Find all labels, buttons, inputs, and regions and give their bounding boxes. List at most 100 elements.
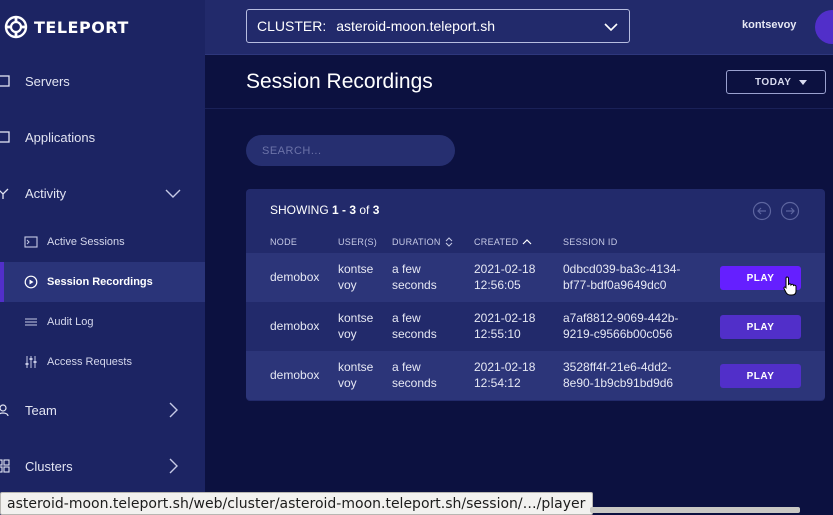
sort-icon: [445, 237, 453, 247]
showing-of: of: [356, 203, 373, 217]
sidebar: TELEPORT Servers Applications Activity A…: [0, 0, 205, 515]
cell-created-date: 2021-02-18: [474, 311, 536, 325]
cell-user-line: kontse: [338, 262, 374, 276]
cluster-selector[interactable]: CLUSTER: asteroid-moon.teleport.sh: [246, 9, 630, 43]
sidebar-item-applications[interactable]: Applications: [0, 117, 205, 157]
column-header-node: NODE: [270, 237, 298, 247]
sidebar-subitem-label: Audit Log: [47, 316, 94, 328]
next-page-icon[interactable]: [780, 201, 800, 221]
column-header-users: USER(S): [338, 237, 378, 247]
cell-node: demobox: [270, 319, 320, 333]
username[interactable]: kontsevoy: [742, 19, 796, 31]
cell-session-id-line: 3528ff4f-21e6-4dd2-: [563, 360, 672, 374]
cell-session-id-line: a7af8812-9069-442b-: [563, 311, 679, 325]
cell-session-id: 0dbcd039-ba3c-4134- bf77-bdf0a9649dc0: [563, 261, 680, 293]
sliders-icon: [25, 356, 37, 368]
sidebar-item-label: Servers: [25, 73, 70, 89]
cluster-selector-value: asteroid-moon.teleport.sh: [336, 18, 495, 34]
cell-node: demobox: [270, 368, 320, 382]
cell-session-id-line: bf77-bdf0a9649dc0: [563, 278, 667, 292]
hand-cursor-icon: [783, 276, 797, 296]
cluster-icon: [0, 459, 10, 473]
chevron-right-icon[interactable]: [164, 457, 182, 475]
sidebar-subitem-active-sessions[interactable]: Active Sessions: [0, 222, 205, 262]
play-button[interactable]: PLAY: [720, 315, 801, 339]
cell-session-id-line: 0dbcd039-ba3c-4134-: [563, 262, 681, 276]
sidebar-item-label: Applications: [25, 129, 96, 145]
sidebar-item-label: Activity: [25, 185, 67, 201]
play-circle-icon: [24, 275, 38, 289]
showing-range: 1 - 3: [332, 203, 357, 217]
cell-created-time: 12:56:05: [474, 278, 521, 292]
cell-duration-line: a few: [392, 262, 421, 276]
list-icon: [25, 318, 37, 326]
chevron-down-icon: [604, 23, 618, 32]
cell-duration-line: seconds: [392, 278, 437, 292]
sidebar-item-servers[interactable]: Servers: [0, 61, 205, 101]
cell-created: 2021-02-18 12:54:12: [474, 359, 535, 391]
chevron-down-icon[interactable]: [164, 184, 182, 202]
sidebar-subitem-audit-log[interactable]: Audit Log: [0, 302, 205, 342]
table-row: demobox kontse voy a few seconds 2021-02-1…: [246, 253, 825, 302]
column-header-created[interactable]: CREATED: [474, 237, 532, 247]
cell-duration: a few seconds: [392, 359, 437, 391]
sort-ascending-icon: [523, 239, 532, 245]
caret-down-icon: [799, 80, 807, 85]
activity-icon: [0, 188, 9, 199]
sidebar-item-activity[interactable]: Activity: [0, 173, 205, 213]
sidebar-subitem-session-recordings[interactable]: Session Recordings: [0, 262, 205, 302]
sidebar-subitem-access-requests[interactable]: Access Requests: [0, 342, 205, 382]
sidebar-subitem-label: Session Recordings: [47, 276, 153, 288]
cell-user: kontse voy: [338, 261, 373, 293]
play-button[interactable]: PLAY: [720, 364, 801, 388]
cell-user-line: voy: [338, 278, 357, 292]
application-icon: [0, 131, 10, 143]
cell-duration-line: seconds: [392, 327, 437, 341]
cell-user-line: voy: [338, 327, 357, 341]
cell-user-line: kontse: [338, 360, 374, 374]
sidebar-item-label: Clusters: [25, 458, 73, 474]
date-range-label: TODAY: [755, 76, 792, 88]
brand-name: TELEPORT: [34, 17, 129, 37]
top-bar: CLUSTER: asteroid-moon.teleport.sh konts…: [205, 0, 833, 54]
cell-duration-line: a few: [392, 360, 421, 374]
teleport-logo-icon: [4, 15, 28, 39]
cell-user: kontse voy: [338, 359, 373, 391]
sidebar-item-clusters[interactable]: Clusters: [0, 446, 205, 486]
cell-user: kontse voy: [338, 310, 373, 342]
cell-created-time: 12:55:10: [474, 327, 521, 341]
cell-duration-line: seconds: [392, 376, 437, 390]
search-input[interactable]: [246, 135, 455, 166]
avatar[interactable]: [815, 10, 833, 44]
column-header-label: DURATION: [392, 237, 441, 247]
table-header: NODE USER(S) DURATION CREATED SESSION ID: [246, 230, 825, 254]
cell-node: demobox: [270, 270, 320, 284]
sidebar-subitem-label: Access Requests: [47, 356, 132, 368]
cell-created: 2021-02-18 12:56:05: [474, 261, 535, 293]
prev-page-icon[interactable]: [752, 201, 772, 221]
table-row: demobox kontse voy a few seconds 2021-02-1…: [246, 302, 825, 351]
cell-duration-line: a few: [392, 311, 421, 325]
cell-session-id-line: 9219-c9566b00c056: [563, 327, 673, 341]
recordings-table: SHOWING 1 - 3 of 3 NODE USER(S) DURATION…: [246, 189, 825, 401]
horizontal-scrollbar[interactable]: [590, 507, 800, 513]
sidebar-item-label: Team: [25, 402, 57, 418]
showing-total: 3: [372, 203, 380, 217]
cell-duration: a few seconds: [392, 261, 437, 293]
cell-created: 2021-02-18 12:55:10: [474, 310, 535, 342]
date-range-button[interactable]: TODAY: [726, 70, 826, 94]
cell-created-date: 2021-02-18: [474, 262, 536, 276]
cluster-selector-prefix: CLUSTER:: [257, 18, 327, 34]
cell-created-date: 2021-02-18: [474, 360, 536, 374]
divider: [205, 54, 833, 55]
cell-session-id: a7af8812-9069-442b- 9219-c9566b00c056: [563, 310, 678, 342]
brand[interactable]: TELEPORT: [4, 13, 129, 41]
showing-count: SHOWING 1 - 3 of 3: [270, 203, 379, 217]
cell-created-time: 12:54:12: [474, 376, 521, 390]
cell-duration: a few seconds: [392, 310, 437, 342]
showing-prefix: SHOWING: [270, 203, 332, 217]
page-title: Session Recordings: [246, 70, 433, 93]
sidebar-item-team[interactable]: Team: [0, 390, 205, 430]
column-header-duration[interactable]: DURATION: [392, 237, 453, 247]
chevron-right-icon[interactable]: [164, 401, 182, 419]
